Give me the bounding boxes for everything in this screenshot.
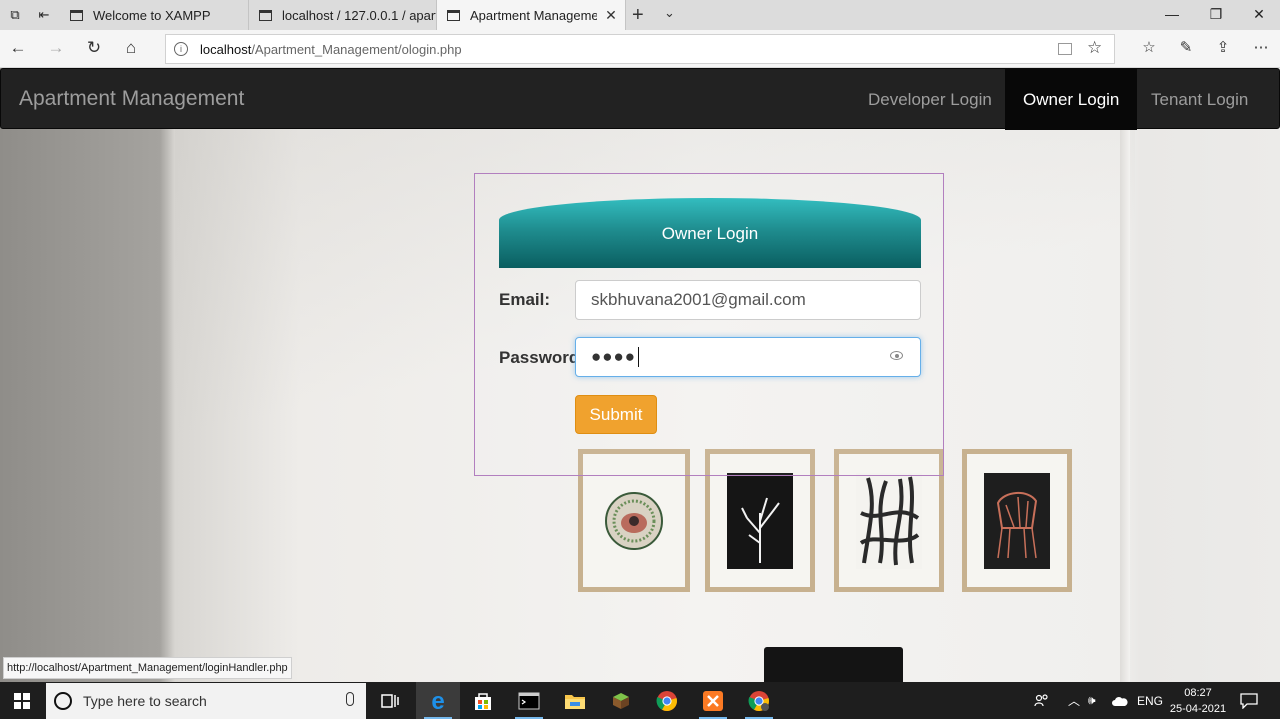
login-heading: Owner Login — [661, 224, 759, 243]
xampp-control-icon[interactable] — [691, 682, 735, 719]
page-viewport: Apartment Management Developer Login Own… — [0, 68, 1280, 682]
url-path: /Apartment_Management/ologin.php — [251, 41, 462, 57]
nav-developer-login[interactable]: Developer Login — [850, 69, 1010, 130]
input-language[interactable]: ENG — [1137, 682, 1163, 719]
picture-frame — [962, 449, 1072, 592]
action-center-icon[interactable] — [1240, 682, 1258, 719]
browser-tab-strip: ⧉ ⇤ Welcome to XAMPP localhost / 127.0.0… — [0, 0, 1280, 30]
address-bar[interactable]: i localhost/Apartment_Management/ologin.… — [165, 34, 1115, 64]
close-tab-icon[interactable]: ✕ — [597, 7, 625, 24]
browser-tab-xampp[interactable]: Welcome to XAMPP — [60, 0, 249, 30]
password-mask: ●●●● — [591, 347, 637, 366]
tab-title: Apartment Managemer — [470, 7, 597, 23]
microsoft-store-icon[interactable] — [461, 682, 505, 719]
email-label: Email: — [499, 290, 551, 309]
browser-toolbar: ← → ↻ ⌂ i localhost/Apartment_Management… — [0, 30, 1280, 68]
nav-tenant-login[interactable]: Tenant Login — [1133, 69, 1266, 130]
submit-button[interactable]: Submit — [575, 395, 657, 434]
chrome-icon[interactable] — [645, 682, 689, 719]
people-icon[interactable] — [1034, 682, 1050, 719]
microphone-icon[interactable] — [346, 692, 354, 706]
url-host: localhost — [200, 41, 252, 57]
share-icon[interactable]: ⇪ — [1212, 38, 1234, 56]
onedrive-cloud-icon[interactable] — [1112, 682, 1128, 719]
email-value: skbhuvana2001@gmail.com — [591, 290, 806, 309]
restore-icon[interactable]: ❐ — [1206, 6, 1226, 23]
chair-artwork-icon — [984, 472, 1050, 569]
background-wall-edge — [1120, 128, 1130, 682]
browser-tab-apartment[interactable]: Apartment Managemer ✕ — [437, 0, 626, 30]
taskbar-search-box[interactable]: Type here to search — [46, 683, 366, 719]
pen-notes-icon[interactable]: ✎ — [1175, 38, 1197, 56]
set-tabs-aside-icon[interactable]: ⇤ — [33, 5, 55, 25]
text-caret — [638, 347, 640, 367]
nav-owner-login[interactable]: Owner Login — [1005, 69, 1138, 130]
app-navbar: Apartment Management Developer Login Own… — [0, 68, 1280, 130]
task-view-icon[interactable] — [368, 682, 412, 719]
cortana-icon — [54, 692, 72, 710]
password-label: Password — [499, 348, 580, 367]
home-icon[interactable]: ⌂ — [119, 38, 143, 60]
more-options-icon[interactable]: ⋯ — [1250, 38, 1272, 56]
show-hidden-icons-chevron-icon[interactable]: ︿ — [1068, 682, 1080, 719]
taskbar-clock[interactable]: 08:27 25-04-2021 — [1166, 685, 1230, 717]
email-field[interactable]: skbhuvana2001@gmail.com — [575, 280, 921, 320]
app-brand[interactable]: Apartment Management — [19, 87, 244, 111]
search-placeholder: Type here to search — [83, 693, 207, 709]
minecraft-icon[interactable] — [599, 682, 643, 719]
new-tab-icon[interactable]: + — [632, 4, 644, 27]
reading-view-icon[interactable] — [1058, 43, 1072, 55]
tab-preview-chevron-icon[interactable]: ⌄ — [664, 5, 675, 21]
page-icon — [259, 9, 272, 21]
tab-title: Welcome to XAMPP — [93, 7, 211, 23]
tab-title: localhost / 127.0.0.1 / apartı — [282, 7, 436, 23]
browser-tab-phpmyadmin[interactable]: localhost / 127.0.0.1 / apartı — [249, 0, 437, 30]
file-explorer-icon[interactable] — [553, 682, 597, 719]
page-icon — [70, 9, 83, 21]
forward-arrow-icon[interactable]: → — [44, 38, 68, 60]
background-monitor — [764, 647, 903, 682]
favorites-list-icon[interactable]: ☆ — [1138, 38, 1160, 56]
back-arrow-icon[interactable]: ← — [6, 38, 30, 60]
login-heading-banner: Owner Login — [499, 198, 921, 268]
round-artwork-icon — [605, 491, 663, 550]
chrome-user-icon[interactable] — [737, 682, 781, 719]
status-bar-link-preview: http://localhost/Apartment_Management/lo… — [3, 657, 292, 679]
minimize-icon[interactable]: — — [1162, 6, 1182, 22]
edge-browser-icon[interactable]: e — [416, 682, 460, 719]
windows-start-icon[interactable] — [14, 693, 30, 709]
svg-text:e: e — [431, 690, 444, 712]
site-info-icon[interactable]: i — [174, 42, 188, 56]
abstract-artwork-icon — [856, 472, 922, 569]
page-icon — [447, 9, 460, 21]
volume-icon[interactable]: 🕪 — [1088, 682, 1096, 719]
clock-time: 08:27 — [1184, 687, 1212, 699]
clock-date: 25-04-2021 — [1169, 703, 1227, 715]
refresh-icon[interactable]: ↻ — [82, 38, 106, 60]
tab-actions-icon[interactable]: ⧉ — [4, 5, 26, 25]
branch-artwork-icon — [727, 472, 793, 569]
command-prompt-icon[interactable] — [507, 682, 551, 719]
password-field[interactable]: ●●●● — [575, 337, 921, 377]
reveal-password-eye-icon[interactable] — [890, 351, 903, 360]
login-panel: Owner Login Email: skbhuvana2001@gmail.c… — [474, 173, 944, 476]
favorite-star-icon[interactable]: ☆ — [1087, 38, 1102, 58]
windows-taskbar: Type here to search e ︿ 🕪 ENG 08:27 25-0… — [0, 682, 1280, 719]
close-window-icon[interactable]: ✕ — [1249, 6, 1269, 23]
